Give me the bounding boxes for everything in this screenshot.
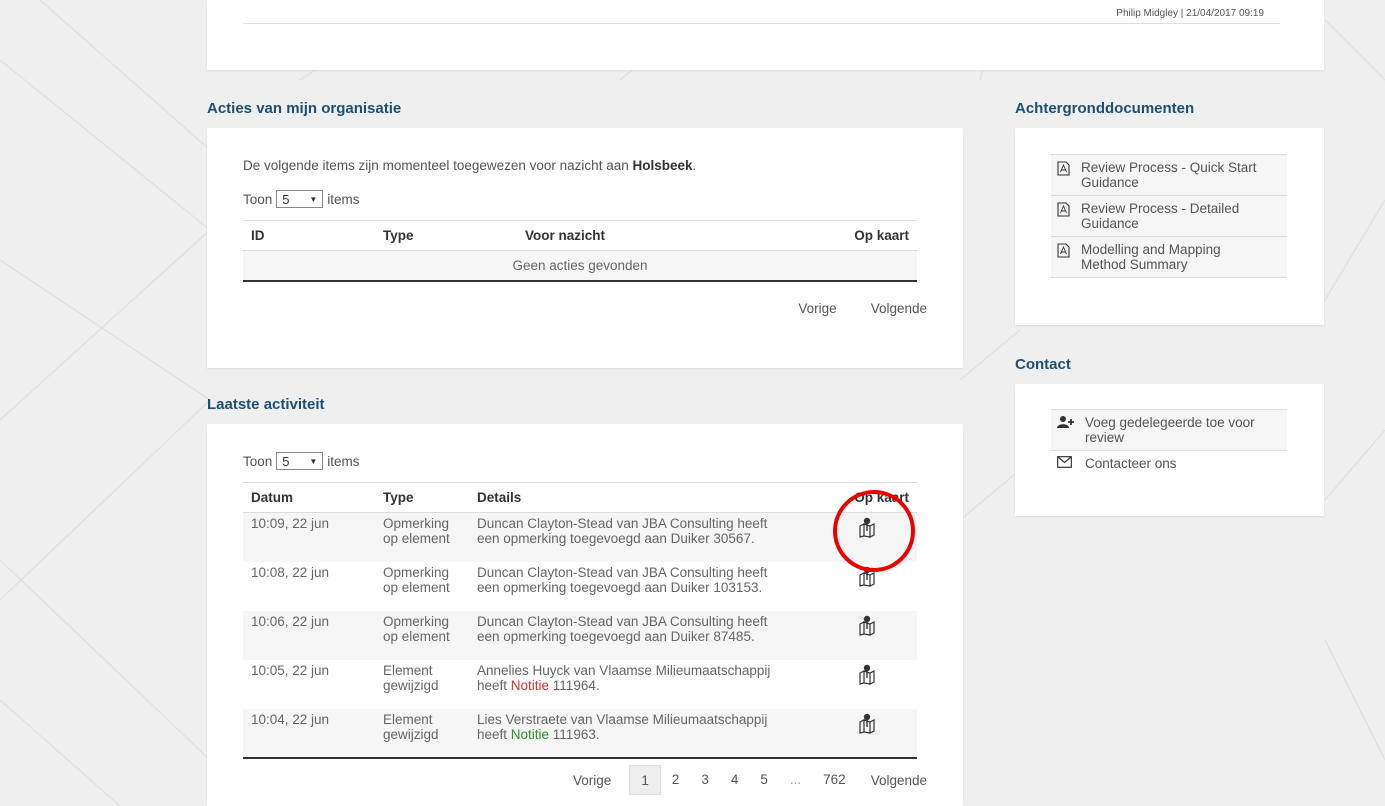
documents-card: Review Process - Quick Start Guidance Rev…	[1015, 128, 1324, 325]
organisation-name: Holsbeek	[632, 158, 693, 173]
next-button[interactable]: Volgende	[871, 301, 927, 316]
contact-us-label: Contacteer ons	[1085, 456, 1177, 471]
page-4[interactable]: 4	[720, 765, 750, 795]
acties-intro: De volgende items zijn momenteel toegewe…	[243, 158, 696, 173]
highlight-circle	[833, 490, 915, 572]
notitie-link[interactable]: Notitie	[511, 727, 549, 742]
row-type: Element gewijzigd	[375, 708, 469, 758]
activity-pagination: Vorige 1 2 3 4 5 ... 762 Volgende	[573, 765, 927, 795]
page-size-select[interactable]: 5 ▼	[276, 452, 324, 470]
acties-pagination: Vorige Volgende	[798, 301, 927, 316]
table-row: 10:08, 22 jun Opmerking op element Duncan…	[243, 562, 917, 611]
col-datum[interactable]: Datum	[243, 482, 375, 513]
document-title: Review Process - Detailed Guidance	[1081, 201, 1240, 231]
chevron-down-icon: ▼	[309, 194, 318, 204]
row-map-cell	[817, 660, 917, 709]
intro-prefix: De volgende items zijn momenteel toegewe…	[243, 158, 633, 173]
page-ellipsis: ...	[789, 772, 802, 787]
row-date: 10:06, 22 jun	[243, 610, 375, 660]
row-map-cell	[817, 708, 917, 758]
contact-card: Voeg gedelegeerde toe voor review Contact…	[1015, 384, 1324, 516]
row-details: Lies Verstraete van Vlaamse Milieumaatsc…	[469, 708, 817, 758]
documents-title: Achtergronddocumenten	[1015, 100, 1195, 117]
page-size-select[interactable]: 5 ▼	[276, 190, 324, 208]
chevron-down-icon: ▼	[309, 456, 318, 466]
col-id[interactable]: ID	[243, 220, 375, 251]
author-meta: Philip Midgley | 21/04/2017 09:19	[1116, 8, 1264, 19]
add-delegate-link[interactable]: Voeg gedelegeerde toe voor review	[1051, 409, 1287, 451]
row-details: Duncan Clayton-Stead van JBA Consulting …	[477, 564, 768, 595]
row-details: Duncan Clayton-Stead van JBA Consulting …	[469, 512, 817, 562]
map-marker-icon[interactable]	[856, 614, 878, 636]
row-date: 10:09, 22 jun	[243, 512, 375, 562]
page-3[interactable]: 3	[690, 765, 720, 795]
page-size-value: 5	[282, 191, 290, 207]
add-delegate-label: Voeg gedelegeerde toe voor review	[1085, 415, 1255, 445]
pdf-icon	[1057, 242, 1071, 272]
pdf-icon	[1057, 201, 1071, 231]
map-marker-icon[interactable]	[856, 663, 878, 685]
next-button[interactable]: Volgende	[871, 773, 927, 788]
row-date: 10:05, 22 jun	[251, 662, 330, 678]
document-link[interactable]: Review Process - Detailed Guidance	[1051, 196, 1287, 237]
toon-label: Toon	[243, 453, 273, 469]
intro-suffix: .	[692, 158, 697, 173]
add-user-icon	[1057, 415, 1075, 445]
page-2[interactable]: 2	[661, 765, 691, 795]
table-row: 10:09, 22 jun Opmerking op element Duncan…	[243, 512, 917, 562]
row-type: Opmerking op element	[375, 512, 469, 562]
row-date: 10:04, 22 jun	[243, 708, 375, 758]
acties-table: ID Type Voor nazicht Op kaart Geen actie…	[243, 220, 917, 282]
row-type: Opmerking op element	[383, 564, 450, 595]
activity-rows: 10:09, 22 jun Opmerking op element Duncan…	[243, 512, 917, 758]
row-details: Annelies Huyck van Vlaamse Milieumaatsch…	[477, 662, 771, 693]
col-type[interactable]: Type	[375, 220, 513, 251]
table-row: 10:04, 22 jun Element gewijzigd Lies Vers…	[243, 708, 917, 758]
prev-button[interactable]: Vorige	[573, 773, 611, 788]
items-label: items	[327, 191, 360, 207]
row-date: 10:08, 22 jun	[251, 564, 330, 580]
row-type: Element gewijzigd	[383, 662, 439, 693]
page-5[interactable]: 5	[749, 765, 779, 795]
table-row: 10:06, 22 jun Opmerking op element Duncan…	[243, 610, 917, 660]
contact-list: Voeg gedelegeerde toe voor review Contact…	[1051, 409, 1287, 476]
documents-list: Review Process - Quick Start Guidance Rev…	[1051, 154, 1287, 278]
col-details[interactable]: Details	[469, 482, 817, 513]
activity-title: Laatste activiteit	[207, 396, 325, 413]
document-link[interactable]: Modelling and Mapping Method Summary	[1051, 237, 1287, 278]
page-1[interactable]: 1	[629, 765, 661, 795]
page-size-value: 5	[282, 453, 290, 469]
row-details: Duncan Clayton-Stead van JBA Consulting …	[469, 610, 817, 660]
col-op-kaart[interactable]: Op kaart	[817, 220, 917, 251]
items-label: items	[327, 453, 360, 469]
contact-title: Contact	[1015, 356, 1071, 373]
document-link[interactable]: Review Process - Quick Start Guidance	[1051, 154, 1287, 196]
toon-label: Toon	[243, 191, 273, 207]
contact-us-link[interactable]: Contacteer ons	[1051, 451, 1287, 476]
document-title: Review Process - Quick Start Guidance	[1081, 160, 1257, 190]
page-762[interactable]: 762	[812, 765, 857, 795]
acties-title: Acties van mijn organisatie	[207, 100, 402, 117]
pdf-icon	[1057, 160, 1071, 190]
row-type: Opmerking op element	[375, 610, 469, 660]
empty-message: Geen acties gevonden	[243, 250, 917, 282]
envelope-icon	[1057, 456, 1075, 471]
row-map-cell	[817, 610, 917, 660]
col-voor-nazicht[interactable]: Voor nazicht	[513, 220, 817, 251]
activity-page-size: Toon 5 ▼ items	[243, 452, 360, 470]
top-card: Philip Midgley | 21/04/2017 09:19	[207, 0, 1324, 70]
map-marker-icon[interactable]	[856, 712, 878, 734]
acties-card: De volgende items zijn momenteel toegewe…	[207, 128, 963, 368]
document-title: Modelling and Mapping Method Summary	[1081, 242, 1221, 272]
notitie-link[interactable]: Notitie	[511, 678, 549, 693]
col-type[interactable]: Type	[375, 482, 469, 513]
activity-card: Toon 5 ▼ items Datum Type Details Op kaar…	[207, 424, 963, 806]
table-row: 10:05, 22 jun Element gewijzigd Annelies …	[243, 660, 917, 709]
prev-button[interactable]: Vorige	[798, 301, 836, 316]
activity-table: Datum Type Details Op kaart 10:09, 22 ju…	[243, 482, 917, 759]
acties-page-size: Toon 5 ▼ items	[243, 190, 360, 208]
divider	[243, 23, 1280, 24]
